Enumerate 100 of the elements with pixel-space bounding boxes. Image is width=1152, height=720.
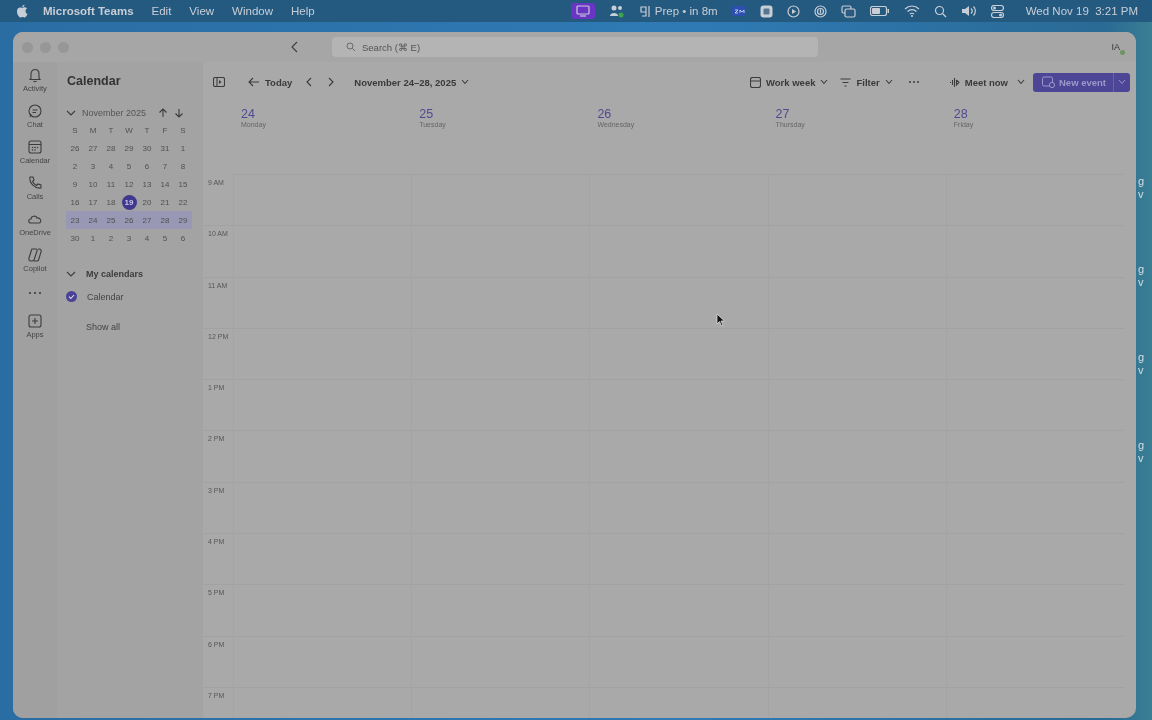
calendar-day[interactable]: 4	[138, 230, 156, 246]
day-number[interactable]: 26	[597, 107, 768, 121]
wifi-icon[interactable]	[903, 5, 920, 17]
filter-icon	[840, 77, 852, 87]
chevron-down-icon[interactable]	[66, 270, 76, 278]
calendar-app-icon[interactable]	[638, 4, 651, 18]
screen-share-status[interactable]	[570, 3, 595, 19]
calendar-day[interactable]: 14	[156, 176, 174, 192]
calendar-day[interactable]: 22	[174, 194, 192, 210]
next-icon[interactable]	[327, 77, 336, 87]
filter-dropdown[interactable]: Filter	[837, 74, 896, 90]
chevron-down-icon	[1118, 79, 1126, 85]
calendar-day[interactable]: 24	[84, 212, 102, 228]
calendar-day[interactable]: 26	[66, 140, 84, 156]
zoom-icon[interactable]	[731, 6, 746, 16]
calendar-day[interactable]: 31	[156, 140, 174, 156]
calendar-day[interactable]: 12	[120, 176, 138, 192]
calendar-day[interactable]: 27	[138, 212, 156, 228]
speaker-icon[interactable]	[960, 5, 977, 17]
app-menu[interactable]: Microsoft Teams	[43, 5, 134, 17]
calendar-day[interactable]: 9	[66, 176, 84, 192]
calendar-day[interactable]: 2	[66, 158, 84, 174]
next-meeting-status[interactable]: Prep • in 8m	[654, 5, 718, 17]
calendar-day[interactable]: 1	[84, 230, 102, 246]
calendar-day[interactable]: 20	[138, 194, 156, 210]
menu-item[interactable]: View	[189, 5, 215, 17]
calendar-day[interactable]: 8	[174, 158, 192, 174]
previous-icon[interactable]	[305, 77, 314, 87]
menu-item[interactable]: Edit	[151, 5, 172, 17]
app-tile-icon[interactable]	[759, 4, 773, 18]
calendar-day[interactable]: 19	[121, 194, 137, 210]
cursor-icon	[716, 313, 726, 327]
calendar-day[interactable]: 4	[102, 158, 120, 174]
month-label[interactable]: November 2025	[82, 108, 147, 118]
calendar-day[interactable]: 26	[120, 212, 138, 228]
phone-icon	[27, 175, 43, 191]
today-button[interactable]: Today	[245, 74, 296, 90]
show-all-link[interactable]: Show all	[86, 322, 121, 332]
password-icon[interactable]	[813, 4, 827, 18]
calendar-day[interactable]: 7	[156, 158, 174, 174]
date-range-picker[interactable]: November 24–28, 2025	[351, 74, 473, 90]
calendar-day[interactable]: 3	[120, 230, 138, 246]
calendar-name[interactable]: Calendar	[87, 291, 124, 302]
arrow-down-icon[interactable]	[174, 108, 185, 118]
calendar-day[interactable]: 29	[174, 212, 192, 228]
section-title[interactable]: My calendars	[86, 269, 144, 279]
menu-bar-clock[interactable]: Wed Nov 19 3:21 PM	[1025, 5, 1138, 17]
calendar-day[interactable]: 10	[84, 176, 102, 192]
search-icon[interactable]	[933, 4, 947, 18]
calendar-day[interactable]: 15	[174, 176, 192, 192]
menu-item[interactable]: Window	[232, 5, 273, 17]
view-dropdown[interactable]: Work week	[747, 74, 832, 90]
control-center-icon[interactable]	[990, 4, 1004, 18]
sidebar-title: Calendar	[67, 74, 121, 88]
battery-icon[interactable]	[869, 6, 890, 16]
chevron-down-icon[interactable]	[1017, 79, 1025, 85]
day-number[interactable]: 25	[419, 107, 590, 121]
calendar-day[interactable]: 25	[102, 212, 120, 228]
search-field[interactable]: Search (⌘ E)	[332, 37, 818, 57]
calendar-day[interactable]: 28	[156, 212, 174, 228]
arrow-up-icon[interactable]	[158, 108, 169, 118]
menu-item[interactable]: Help	[291, 5, 315, 17]
avatar[interactable]: IA	[1109, 39, 1122, 55]
calendar-day[interactable]: 5	[156, 230, 174, 246]
calendar-add-icon	[1042, 76, 1055, 88]
weekday-label: S	[179, 125, 187, 135]
calendar-day[interactable]: 1	[174, 140, 192, 156]
chevron-down-icon	[884, 79, 893, 85]
people-icon[interactable]	[608, 4, 625, 18]
calendar-day[interactable]: 17	[84, 194, 102, 210]
chevron-down-icon[interactable]	[66, 109, 76, 117]
calendar-day[interactable]: 6	[174, 230, 192, 246]
day-number[interactable]: 28	[953, 107, 1124, 121]
calendar-day[interactable]: 27	[84, 140, 102, 156]
calendar-icon	[27, 139, 43, 155]
day-number[interactable]: 27	[775, 107, 946, 121]
calendar-day[interactable]: 5	[120, 158, 138, 174]
day-number[interactable]: 24	[241, 107, 412, 121]
copilot-icon	[27, 247, 43, 263]
calendar-day[interactable]: 30	[138, 140, 156, 156]
calendar-day[interactable]: 18	[102, 194, 120, 210]
calendar-day[interactable]: 16	[66, 194, 84, 210]
calendar-day[interactable]: 29	[120, 140, 138, 156]
calendar-day[interactable]: 11	[102, 176, 120, 192]
checkbox-icon[interactable]	[66, 291, 77, 302]
calendar-day[interactable]: 28	[102, 140, 120, 156]
calendar-day[interactable]: 3	[84, 158, 102, 174]
windows-icon[interactable]	[840, 4, 856, 18]
more-icon[interactable]	[907, 80, 920, 84]
calendar-day[interactable]: 23	[66, 212, 84, 228]
calendar-day[interactable]: 6	[138, 158, 156, 174]
calendar-day[interactable]: 30	[66, 230, 84, 246]
weekday-label: T	[107, 125, 115, 135]
calendar-day[interactable]: 21	[156, 194, 174, 210]
back-icon[interactable]	[290, 41, 300, 53]
play-icon[interactable]	[786, 4, 800, 18]
calendar-day[interactable]: 13	[138, 176, 156, 192]
calendar-day[interactable]: 2	[102, 230, 120, 246]
sidebar-toggle-icon[interactable]	[213, 77, 225, 87]
meet-now-button[interactable]: Meet now	[945, 74, 1011, 90]
